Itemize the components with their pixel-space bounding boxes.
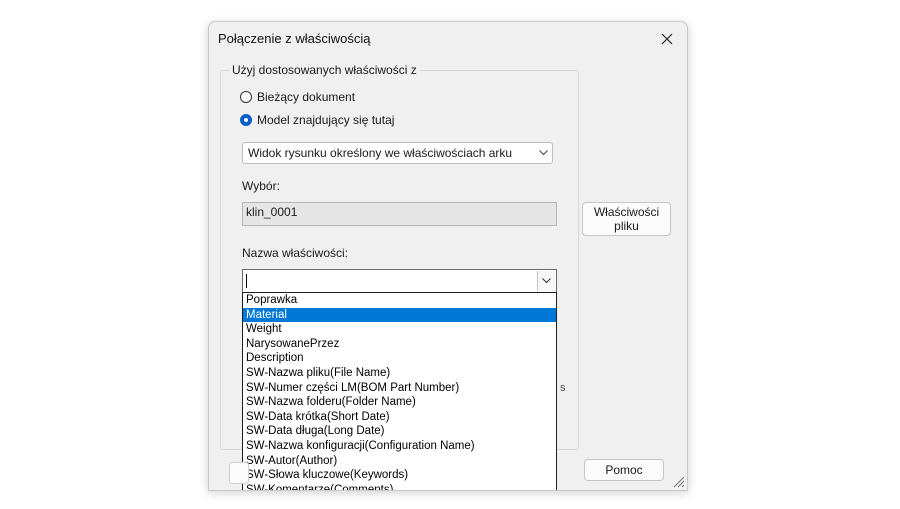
dropdown-list-item[interactable]: SW-Nazwa folderu(Folder Name) (243, 395, 556, 410)
dialog-title: Połączenie z właściwością (218, 31, 371, 46)
dropdown-toggle-button[interactable] (537, 271, 555, 291)
radio-button-unchecked[interactable] (240, 91, 252, 103)
property-dropdown-list[interactable]: Poprawka Material Weight NarysowanePrzez Des… (242, 292, 557, 490)
dropdown-list-item[interactable]: Description (243, 351, 556, 366)
radio-button-checked[interactable] (240, 114, 252, 126)
close-icon (661, 33, 673, 45)
file-properties-button[interactable]: Właściwości pliku (582, 202, 671, 236)
resize-grip-icon[interactable] (671, 474, 685, 488)
dropdown-list-item[interactable]: SW-Słowa kluczowe(Keywords) (243, 468, 556, 483)
radio-current-document[interactable]: Bieżący dokument (240, 90, 355, 104)
view-select-combo[interactable]: Widok rysunku określony we właściwościac… (242, 142, 553, 164)
dropdown-list-item[interactable]: SW-Nazwa konfiguracji(Configuration Name… (243, 439, 556, 454)
dropdown-list-item[interactable]: NarysowanePrzez (243, 337, 556, 352)
dropdown-list-item[interactable]: SW-Nazwa pliku(File Name) (243, 366, 556, 381)
title-bar[interactable]: Połączenie z właściwością (209, 22, 687, 56)
property-link-dialog: Połączenie z właściwością Użyj dostosowa… (208, 21, 688, 491)
dropdown-list-item[interactable]: SW-Data krótka(Short Date) (243, 410, 556, 425)
close-button[interactable] (647, 22, 687, 56)
radio-model-label: Model znajdujący się tutaj (257, 113, 395, 127)
property-name-label: Nazwa właściwości: (242, 246, 349, 260)
dropdown-list-item[interactable]: SW-Komentarze(Comments) (243, 483, 556, 490)
chevron-down-icon (534, 148, 552, 159)
dropdown-list-item[interactable]: Material (243, 307, 556, 323)
dropdown-list-item[interactable]: SW-Autor(Author) (243, 454, 556, 469)
radio-model-here[interactable]: Model znajdujący się tutaj (240, 113, 394, 127)
help-button[interactable]: Pomoc (584, 459, 664, 481)
selection-field: klin_0001 (242, 202, 557, 226)
hidden-button[interactable] (229, 462, 249, 484)
dropdown-list-item[interactable]: SW-Numer części LM(BOM Part Number) (243, 381, 556, 396)
dropdown-list-item[interactable]: Poprawka (243, 293, 556, 308)
dropdown-list-item[interactable]: Weight (243, 322, 556, 337)
group-label: Użyj dostosowanych właściwości z (229, 63, 420, 77)
view-combo-value: Widok rysunku określony we właściwościac… (248, 146, 513, 160)
text-caret (246, 274, 247, 288)
property-name-input[interactable] (242, 269, 557, 293)
partial-text: s (560, 382, 566, 394)
radio-current-label: Bieżący dokument (257, 90, 356, 104)
selection-label: Wybór: (242, 179, 280, 193)
dropdown-list-item[interactable]: SW-Data długa(Long Date) (243, 424, 556, 439)
chevron-down-icon (542, 278, 551, 284)
